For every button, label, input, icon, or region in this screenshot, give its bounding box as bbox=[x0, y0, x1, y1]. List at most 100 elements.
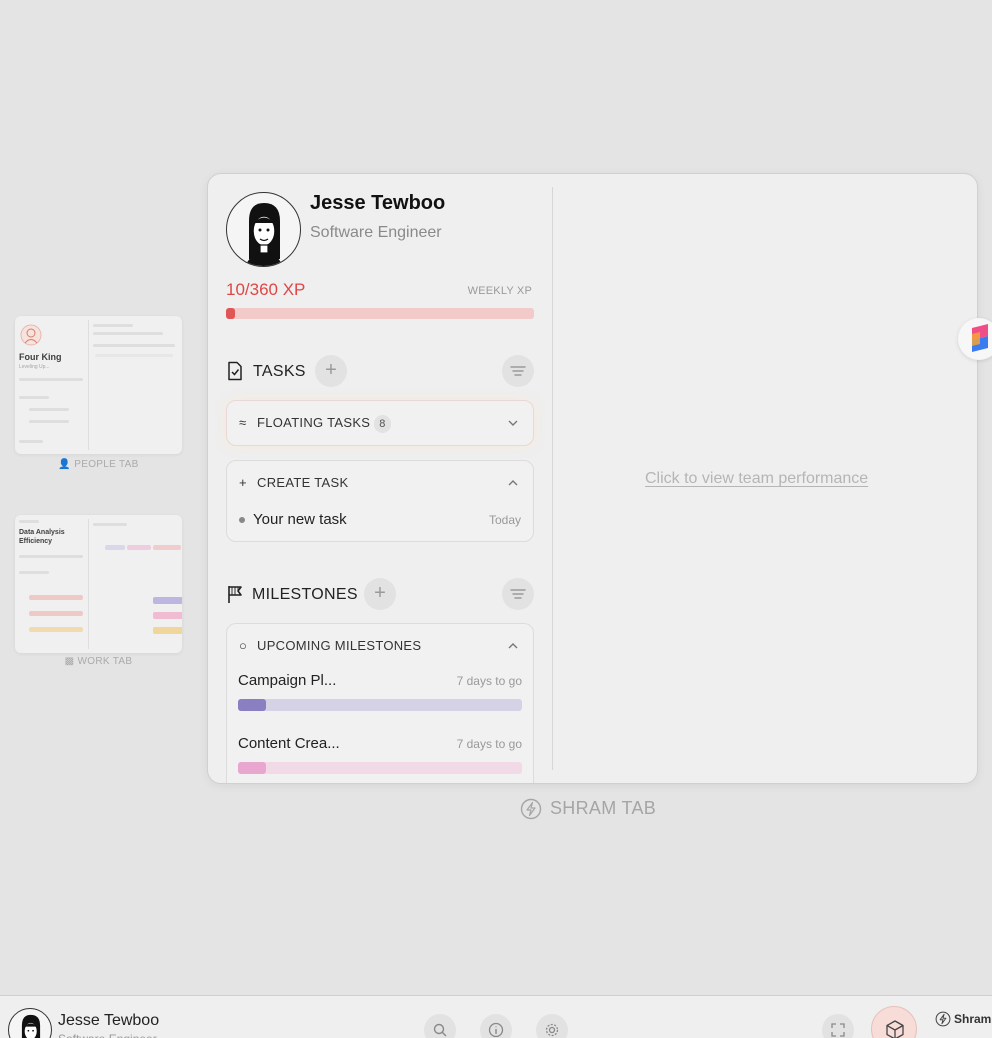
create-task-label: CREATE TASK bbox=[257, 475, 349, 490]
work-tab-label: WORK TAB bbox=[77, 656, 133, 667]
thumb-line bbox=[19, 396, 49, 399]
add-task-button[interactable]: + bbox=[315, 355, 347, 387]
team-performance-link[interactable]: Click to view team performance bbox=[645, 470, 868, 488]
thumb-line bbox=[93, 324, 133, 327]
upcoming-milestones-header[interactable]: ○ UPCOMING MILESTONES bbox=[239, 638, 421, 653]
settings-button[interactable] bbox=[536, 1014, 568, 1038]
column-divider bbox=[552, 187, 553, 770]
milestone-name: Content Crea... bbox=[238, 735, 340, 752]
avatar-icon bbox=[20, 324, 42, 346]
flag-icon bbox=[228, 586, 242, 603]
thumb-line bbox=[93, 344, 175, 347]
thumb-line bbox=[19, 555, 83, 558]
xp-progress-fill bbox=[226, 308, 235, 319]
shram-logo-button[interactable] bbox=[958, 318, 992, 360]
people-tab-label: PEOPLE TAB bbox=[74, 459, 139, 470]
thumb-bar bbox=[29, 627, 83, 632]
chevron-up-icon[interactable] bbox=[507, 477, 519, 489]
thumb-line bbox=[95, 354, 173, 357]
people-tab-thumbnail[interactable]: Four King Leveling Up... bbox=[15, 316, 182, 454]
upcoming-milestones-panel: ○ UPCOMING MILESTONES Campaign Pl... 7 da… bbox=[226, 623, 534, 783]
people-tab-caption: 👤 PEOPLE TAB bbox=[58, 459, 139, 470]
create-task-header[interactable]: + CREATE TASK bbox=[239, 475, 348, 490]
milestones-title: MILESTONES bbox=[252, 586, 358, 603]
tasks-filter-button[interactable] bbox=[502, 355, 534, 387]
thumb-bar bbox=[127, 545, 151, 550]
milestone-due: 7 days to go bbox=[456, 674, 522, 688]
chevron-down-icon[interactable] bbox=[507, 417, 519, 429]
floating-tasks-header: ≈ FLOATING TASKS 8 bbox=[239, 415, 391, 433]
thumb-divider bbox=[88, 519, 89, 649]
thumb-work-title-2: Efficiency bbox=[19, 538, 53, 545]
thumb-bar bbox=[29, 611, 83, 616]
work-tab-thumbnail[interactable]: Data Analysis Efficiency bbox=[15, 515, 182, 653]
shram-logo-icon bbox=[972, 324, 988, 352]
task-checklist-icon bbox=[228, 361, 242, 381]
thumb-bar bbox=[105, 545, 125, 550]
waves-icon: ≈ bbox=[239, 415, 247, 430]
info-icon bbox=[488, 1022, 504, 1038]
filter-icon bbox=[510, 589, 526, 599]
thumb-line bbox=[19, 571, 49, 574]
milestone-progress-bar bbox=[238, 762, 522, 774]
task-name: Your new task bbox=[253, 511, 347, 528]
thumb-bar bbox=[153, 597, 182, 604]
floating-tasks-panel[interactable]: ≈ FLOATING TASKS 8 bbox=[226, 400, 534, 446]
thumb-people-title: Four King bbox=[19, 352, 62, 362]
floating-tasks-count: 8 bbox=[374, 415, 391, 433]
task-date: Today bbox=[488, 513, 521, 527]
brand-name: Shram bbox=[954, 1012, 992, 1026]
bullet-icon bbox=[239, 517, 245, 523]
thumb-bar bbox=[153, 627, 182, 634]
plus-icon: + bbox=[239, 475, 247, 490]
profile-name: Jesse Tewboo bbox=[310, 192, 446, 214]
bolt-circle-icon bbox=[520, 798, 542, 820]
search-button[interactable] bbox=[424, 1014, 456, 1038]
brand-label: Shram bbox=[935, 1011, 991, 1029]
milestone-name: Campaign Pl... bbox=[238, 672, 337, 689]
thumb-line bbox=[19, 520, 39, 523]
bolt-circle-icon bbox=[935, 1011, 951, 1027]
floating-tasks-label: FLOATING TASKS bbox=[257, 415, 371, 430]
thumb-bar bbox=[29, 595, 83, 600]
workspace-button[interactable] bbox=[871, 1006, 917, 1038]
filter-icon bbox=[510, 366, 526, 376]
info-button[interactable] bbox=[480, 1014, 512, 1038]
tasks-header: TASKS + bbox=[226, 355, 534, 387]
upcoming-milestones-label: UPCOMING MILESTONES bbox=[257, 638, 422, 653]
milestone-progress-bar bbox=[238, 699, 522, 711]
fullscreen-button[interactable] bbox=[822, 1014, 854, 1038]
thumb-people-subtitle: Leveling Up... bbox=[19, 364, 50, 370]
milestones-filter-button[interactable] bbox=[502, 578, 534, 610]
bottom-user-name: Jesse Tewboo bbox=[58, 1012, 160, 1029]
xp-progress-bar bbox=[226, 308, 534, 319]
chevron-up-icon[interactable] bbox=[507, 640, 519, 652]
avatar-portrait-icon bbox=[21, 1014, 41, 1038]
milestones-header: MILESTONES + bbox=[226, 578, 534, 610]
gear-icon bbox=[545, 1023, 559, 1037]
user-avatar[interactable] bbox=[8, 1008, 52, 1038]
milestone-progress-fill bbox=[238, 699, 267, 711]
thumb-divider bbox=[88, 320, 89, 450]
bottom-user-role: Software Engineer bbox=[58, 1032, 157, 1038]
search-icon bbox=[433, 1023, 447, 1037]
expand-icon bbox=[831, 1023, 845, 1037]
milestone-progress-fill bbox=[238, 762, 267, 774]
create-task-panel: + CREATE TASK Your new task Today bbox=[226, 460, 534, 542]
thumb-line bbox=[19, 440, 43, 443]
shram-tab-text: SHRAM TAB bbox=[550, 798, 657, 818]
avatar-portrait-icon bbox=[245, 203, 283, 266]
shram-tab-card: Jesse Tewboo Software Engineer 10/360 XP… bbox=[207, 173, 978, 784]
cube-icon bbox=[886, 1020, 904, 1038]
thumb-line bbox=[93, 332, 163, 335]
add-milestone-button[interactable]: + bbox=[364, 578, 396, 610]
profile-avatar[interactable] bbox=[226, 192, 301, 267]
task-item[interactable]: Your new task Today bbox=[239, 511, 521, 531]
tasks-title: TASKS bbox=[253, 363, 306, 380]
work-tab-caption: ▩ WORK TAB bbox=[64, 656, 133, 667]
circle-icon: ○ bbox=[239, 638, 248, 653]
thumb-line bbox=[29, 408, 69, 411]
thumb-line bbox=[19, 378, 83, 381]
thumb-line bbox=[29, 420, 69, 423]
thumb-bar bbox=[153, 545, 181, 550]
